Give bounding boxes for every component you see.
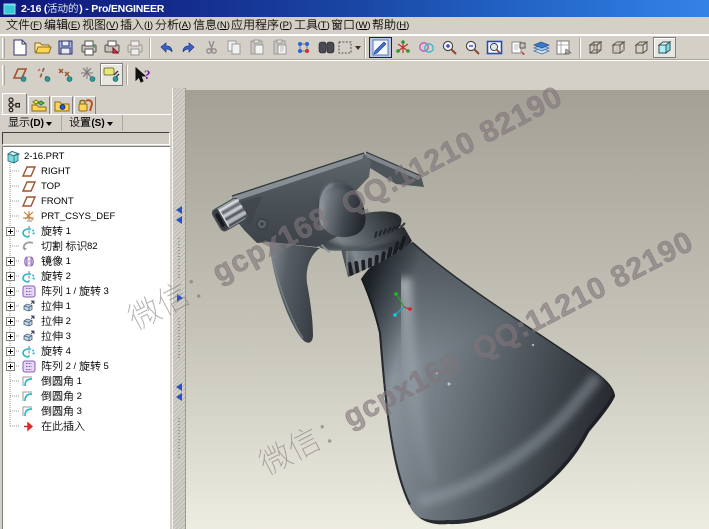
- svg-text:?: ?: [144, 67, 151, 82]
